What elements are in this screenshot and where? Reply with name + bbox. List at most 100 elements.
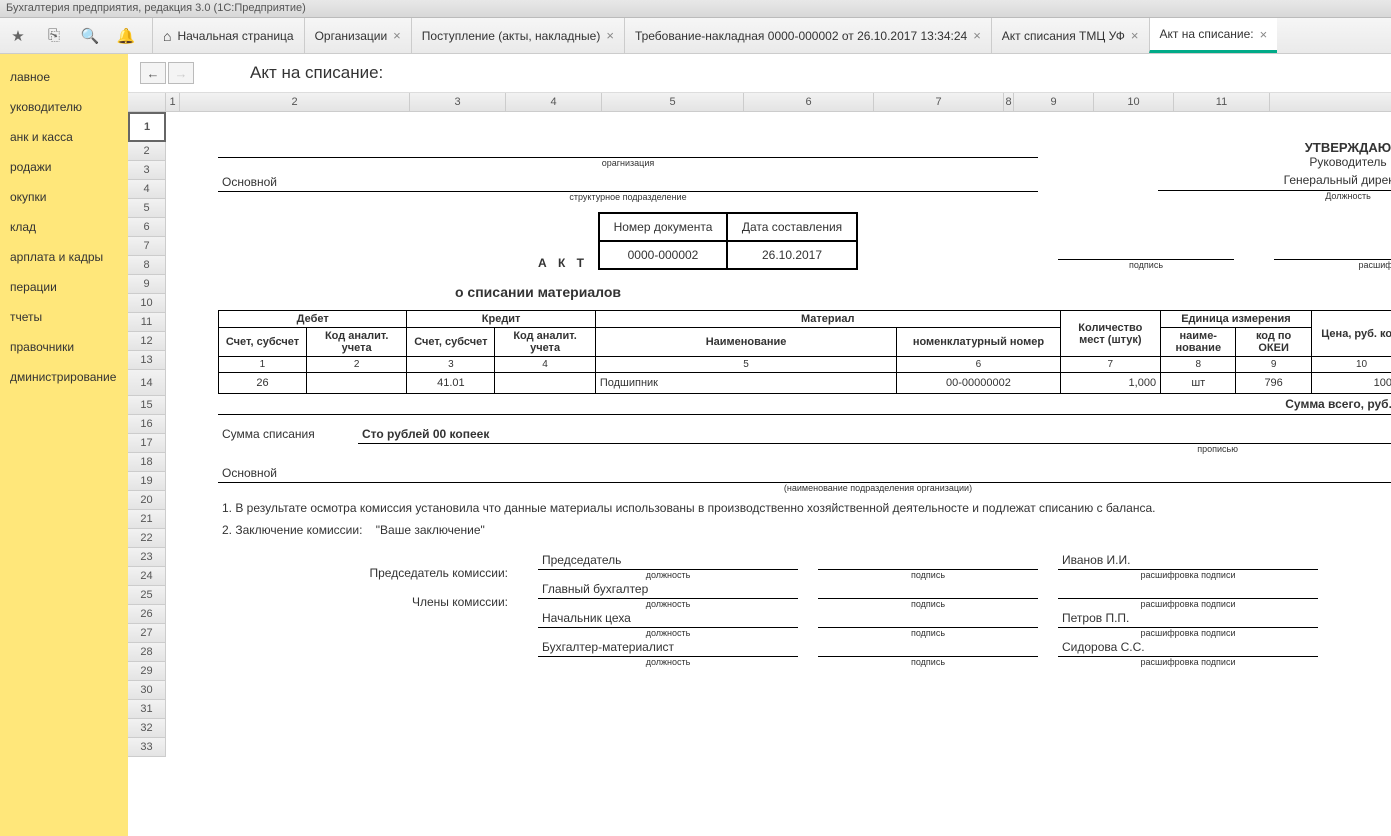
row-header[interactable]: 10 [128, 294, 166, 313]
row-header[interactable]: 29 [128, 662, 166, 681]
sidebar-item[interactable]: лавное [0, 62, 128, 92]
sidebar-item[interactable]: окупки [0, 182, 128, 212]
column-header[interactable]: 8 [1004, 93, 1014, 112]
cell-d-kod[interactable] [306, 373, 406, 394]
row-header[interactable]: 28 [128, 643, 166, 662]
row-header[interactable]: 23 [128, 548, 166, 567]
column-header[interactable]: 9 [1014, 93, 1094, 112]
tab[interactable]: Требование-накладная 0000-000002 от 26.1… [624, 18, 991, 53]
tab[interactable]: Поступление (акты, накладные)× [411, 18, 624, 53]
col-number: 4 [495, 357, 595, 373]
column-header[interactable]: 2 [180, 93, 410, 112]
row-header[interactable]: 32 [128, 719, 166, 738]
spreadsheet[interactable]: 1234567891011 12345678910111213141516171… [128, 93, 1391, 836]
column-header[interactable]: 11 [1174, 93, 1270, 112]
sidebar-item[interactable]: перации [0, 272, 128, 302]
cell-unit-name[interactable]: шт [1161, 373, 1236, 394]
cell-k-schet[interactable]: 41.01 [407, 373, 495, 394]
sig-sign-line [818, 611, 1038, 628]
column-header[interactable] [128, 93, 166, 112]
row-header[interactable]: 3 [128, 161, 166, 180]
cell-price[interactable]: 100,00 [1311, 373, 1391, 394]
column-header[interactable]: 1 [166, 93, 180, 112]
row-header[interactable]: 21 [128, 510, 166, 529]
star-icon[interactable]: ★ [2, 20, 34, 52]
row-header[interactable]: 4 [128, 180, 166, 199]
column-header[interactable]: 6 [744, 93, 874, 112]
row-header[interactable]: 2 [128, 142, 166, 161]
row-header[interactable]: 11 [128, 313, 166, 332]
th-price: Цена, руб. коп. [1311, 311, 1391, 357]
search-icon[interactable]: 🔍 [74, 20, 106, 52]
back-button[interactable]: ← [140, 62, 166, 84]
docnum-value: 0000-000002 [600, 242, 728, 268]
row-header[interactable]: 27 [128, 624, 166, 643]
row-header[interactable]: 14 [128, 370, 166, 396]
row-header[interactable]: 1 [128, 112, 166, 142]
tab[interactable]: Акт на списание:× [1149, 18, 1278, 53]
sig-name: Иванов И.И. [1058, 553, 1318, 570]
sidebar-item[interactable]: тчеты [0, 302, 128, 332]
column-header[interactable]: 10 [1094, 93, 1174, 112]
cell-nomnum[interactable]: 00-00000002 [897, 373, 1060, 394]
row-header[interactable]: 5 [128, 199, 166, 218]
cell-d-schet[interactable]: 26 [219, 373, 307, 394]
sig-name-sub: расшифровка подписи [1058, 628, 1318, 638]
col-number: 6 [897, 357, 1060, 373]
row-header[interactable]: 20 [128, 491, 166, 510]
tab-label: Требование-накладная 0000-000002 от 26.1… [635, 29, 967, 43]
column-header[interactable]: 4 [506, 93, 602, 112]
row-header[interactable]: 15 [128, 396, 166, 415]
close-icon[interactable]: × [606, 28, 614, 43]
column-header[interactable]: 7 [874, 93, 1004, 112]
sum-row: Сумма всего, руб. коп. 100,00 [218, 394, 1391, 415]
cell-mat-name[interactable]: Подшипник [595, 373, 896, 394]
th-unit-code: код по ОКЕИ [1236, 328, 1311, 357]
tab[interactable]: ⌂Начальная страница [152, 18, 304, 53]
row-header[interactable]: 33 [128, 738, 166, 757]
sidebar-item[interactable]: уководителю [0, 92, 128, 122]
sidebar-item[interactable]: арплата и кадры [0, 242, 128, 272]
th-k-kod: Код аналит. учета [495, 328, 595, 357]
row-header[interactable]: 26 [128, 605, 166, 624]
row-header[interactable]: 25 [128, 586, 166, 605]
row-header[interactable]: 31 [128, 700, 166, 719]
row-header[interactable]: 24 [128, 567, 166, 586]
copy-icon[interactable]: ⎘ [38, 20, 70, 52]
column-header[interactable]: 3 [410, 93, 506, 112]
row-header[interactable]: 17 [128, 434, 166, 453]
row-header[interactable]: 13 [128, 351, 166, 370]
row-header[interactable]: 6 [128, 218, 166, 237]
row-header[interactable]: 22 [128, 529, 166, 548]
close-icon[interactable]: × [1131, 28, 1139, 43]
tab[interactable]: Акт списания ТМЦ УФ× [991, 18, 1149, 53]
tab[interactable]: Организации× [304, 18, 411, 53]
cell-qty[interactable]: 1,000 [1060, 373, 1160, 394]
forward-button[interactable]: → [168, 62, 194, 84]
close-icon[interactable]: × [973, 28, 981, 43]
sig-sign-sub: подпись [818, 628, 1038, 638]
close-icon[interactable]: × [1260, 27, 1268, 42]
th-debet: Дебет [219, 311, 407, 328]
cell-k-kod[interactable] [495, 373, 595, 394]
sig-row-label: Председатель комиссии: [218, 566, 518, 580]
row-header[interactable]: 16 [128, 415, 166, 434]
row-header[interactable]: 7 [128, 237, 166, 256]
row-header[interactable]: 9 [128, 275, 166, 294]
sidebar-item[interactable]: анк и касса [0, 122, 128, 152]
row-header[interactable]: 12 [128, 332, 166, 351]
row-header[interactable]: 18 [128, 453, 166, 472]
cell-unit-code[interactable]: 796 [1236, 373, 1311, 394]
sidebar-item[interactable]: родажи [0, 152, 128, 182]
row-header[interactable]: 8 [128, 256, 166, 275]
row-header[interactable]: 30 [128, 681, 166, 700]
doc-number-box: Номер документа Дата составления 0000-00… [598, 212, 858, 270]
column-header[interactable]: 5 [602, 93, 744, 112]
sidebar-item[interactable]: дминистрирование [0, 362, 128, 392]
bell-icon[interactable]: 🔔 [110, 20, 142, 52]
col-number: 2 [306, 357, 406, 373]
sidebar-item[interactable]: клад [0, 212, 128, 242]
row-header[interactable]: 19 [128, 472, 166, 491]
close-icon[interactable]: × [393, 28, 401, 43]
sidebar-item[interactable]: правочники [0, 332, 128, 362]
